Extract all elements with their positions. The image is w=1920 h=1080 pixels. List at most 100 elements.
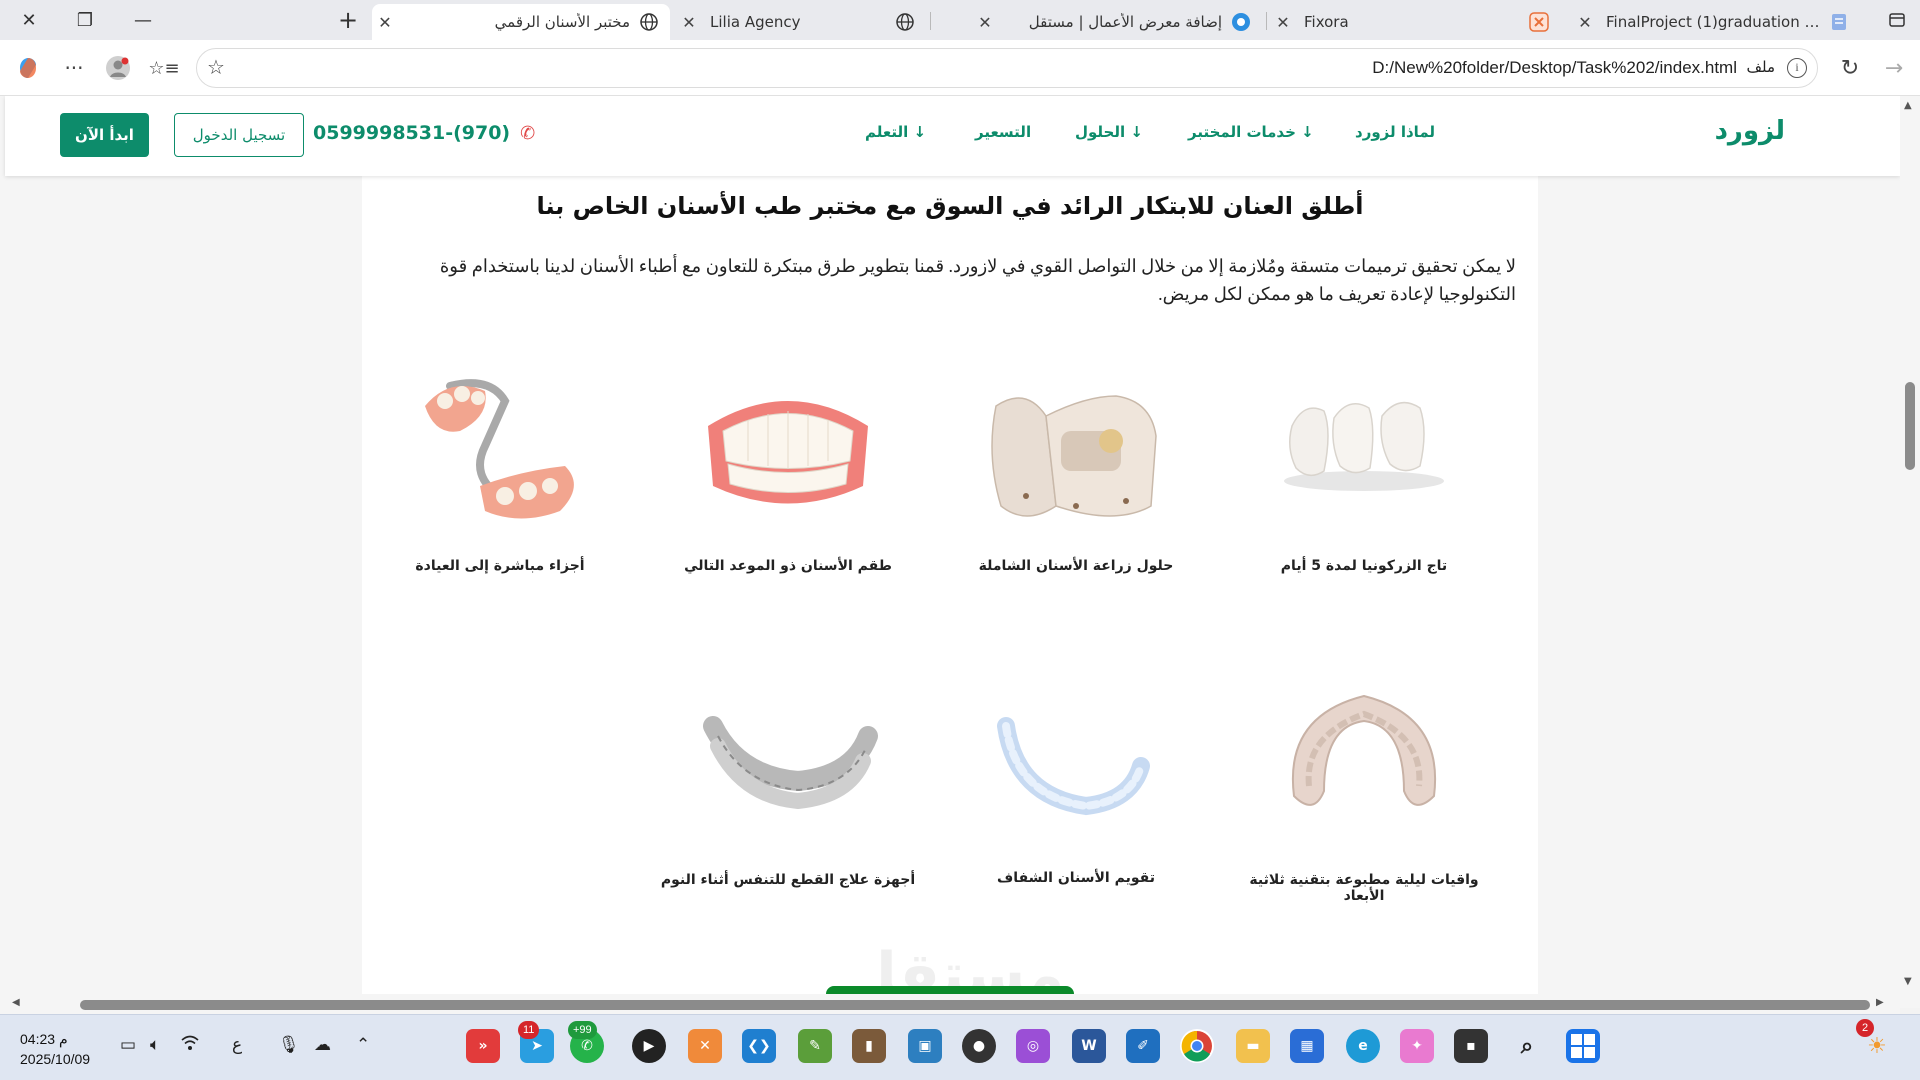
scroll-right-icon[interactable]: ▶ [1876,997,1884,1008]
sleep-apnea-device-icon [703,716,878,810]
tab-title: مختبر الأسنان الرقمي [494,13,630,31]
scroll-up-icon[interactable]: ▲ [1904,100,1912,111]
store-app-icon[interactable]: ▦ [1290,1029,1324,1063]
battery-icon[interactable]: ▭ [120,1035,136,1055]
xampp-app-icon[interactable]: ✕ [688,1029,722,1063]
show-hidden-icons-icon[interactable]: ⌃ [356,1035,370,1055]
notification-badge: 2 [1856,1019,1874,1037]
url-field[interactable]: ☆ D:/New%20folder/Desktop/Task%202/index… [196,48,1818,88]
more-options-icon[interactable]: ··· [58,52,90,84]
search-icon[interactable]: ⌕ [1510,1029,1544,1063]
nav-why-lazurd[interactable]: لماذا لزورد [1355,123,1435,141]
scroll-down-icon[interactable]: ▼ [1904,976,1912,987]
section-paragraph: لا يمكن تحقيق ترميمات متسقة ومُلازمة إلا… [439,256,1516,304]
horizontal-scrollbar[interactable]: ◀ ▶ [0,994,1900,1014]
vertical-scroll-thumb[interactable] [1905,382,1915,470]
cloud-offline-icon[interactable]: ☁︎ [314,1035,331,1055]
nav-learning[interactable]: التعلم ↓ [865,123,926,141]
editor-app-icon[interactable]: ✐ [1126,1029,1160,1063]
forward-arrow-icon[interactable]: → [1878,52,1910,84]
product-card[interactable]: تقويم الأسنان الشفاف [946,666,1206,906]
phone-number[interactable]: 0599998531-(970) ✆ [313,122,535,144]
tab-lilia-agency[interactable]: ✕ Lilia Agency [676,4,926,40]
clear-aligner-icon [997,717,1150,816]
media-player-icon[interactable]: ▶ [632,1029,666,1063]
site-logo[interactable]: لزورد [1715,116,1785,146]
product-card[interactable]: واقيات ليلية مطبوعة بتقنية ثلاثية الأبعا… [1234,666,1494,906]
browser-tabbar: ✕ ❐ — + ✕ مختبر الأسنان الرقمي ✕ Lilia A… [0,0,1920,40]
tab-final-project[interactable]: ✕ FinalProject (1)graduation project [1572,4,1860,40]
copilot-icon[interactable] [12,52,44,84]
close-tab-icon[interactable]: ✕ [1270,13,1296,32]
copilot-app-icon[interactable]: ✦ [1400,1029,1434,1063]
wifi-icon[interactable] [180,1035,200,1056]
terminal-app-icon[interactable]: ▪ [1454,1029,1488,1063]
profile-avatar-icon[interactable] [102,52,134,84]
system-clock[interactable]: 04:23 م 2025/10/09 [20,1029,90,1069]
close-tab-icon[interactable]: ✕ [676,13,702,32]
product-card[interactable]: أجهزة علاج القطع للتنفس أثناء النوم [658,666,918,906]
product-card[interactable]: أجزاء مباشرة إلى العيادة [370,356,630,596]
close-window-icon[interactable]: ✕ [6,0,52,40]
tool-app-icon[interactable]: ▮ [852,1029,886,1063]
anydesk-app-icon[interactable]: » [466,1029,500,1063]
refresh-icon[interactable]: ↻ [1834,52,1866,84]
restore-window-icon[interactable]: ❐ [62,0,108,40]
clock-date: 2025/10/09 [20,1051,91,1067]
volume-icon[interactable]: 🔈︎ [150,1035,160,1055]
paint-app-icon[interactable]: ✎ [798,1029,832,1063]
product-caption: أجزاء مباشرة إلى العيادة [415,558,585,574]
vscode-app-icon[interactable]: ❮❯ [742,1029,776,1063]
start-now-button[interactable]: ابدأ الآن [60,113,149,157]
product-caption: تاج الزركونيا لمدة 5 أيام [1280,558,1448,574]
new-tab-icon[interactable]: + [325,0,371,40]
close-tab-icon[interactable]: ✕ [1572,13,1598,32]
tab-title: Lilia Agency [710,13,801,31]
obs-app-icon[interactable]: ● [962,1029,996,1063]
document-icon [1828,11,1850,33]
tab-actions-icon[interactable] [1874,0,1920,40]
scroll-left-icon[interactable]: ◀ [12,997,20,1008]
nav-lab-services[interactable]: خدمات المختبر ↓ [1188,123,1314,141]
input-language[interactable]: ع [232,1035,242,1055]
remote-desktop-icon[interactable]: ▣ [908,1029,942,1063]
product-card[interactable]: حلول زراعة الأسنان الشاملة [946,356,1206,596]
phone-icon: ✆ [520,122,536,144]
close-tab-icon[interactable]: ✕ [372,13,398,32]
nav-solutions[interactable]: الحلول ↓ [1075,123,1143,141]
section-heading: أطلق العنان للابتكار الرائد في السوق مع … [536,192,1364,220]
file-explorer-icon[interactable]: ▬ [1236,1029,1270,1063]
telegram-badge: 11 [518,1021,540,1039]
site-header: لزورد لماذا لزورد خدمات المختبر ↓ الحلول… [5,96,1900,176]
main-content: أطلق العنان للابتكار الرائد في السوق مع … [362,176,1538,1008]
tab-fixora[interactable]: ✕ Fixora [1270,4,1560,40]
implant-model-icon [991,395,1157,517]
login-button[interactable]: تسجيل الدخول [174,113,304,157]
app-icon[interactable]: ◎ [1016,1029,1050,1063]
phone-text: 0599998531-(970) [313,122,511,144]
word-app-icon[interactable]: W [1072,1029,1106,1063]
horizontal-scroll-thumb[interactable] [80,1000,1870,1010]
tab-dental-lab[interactable]: ✕ مختبر الأسنان الرقمي [372,4,670,40]
mostaql-logo-icon [1230,11,1252,33]
xampp-icon [1528,11,1550,33]
favorites-icon[interactable]: ☆≡ [148,52,180,84]
nav-pricing[interactable]: التسعير [975,123,1031,141]
start-button-icon[interactable] [1566,1029,1600,1063]
add-favorite-star-icon[interactable]: ☆ [207,55,225,79]
product-caption: تقويم الأسنان الشفاف [997,870,1155,886]
site-info-icon[interactable]: i [1787,58,1807,78]
microphone-icon[interactable]: 🎙︎ [278,1035,300,1055]
chrome-app-icon[interactable] [1180,1029,1214,1063]
close-tab-icon[interactable]: ✕ [972,13,998,32]
product-card[interactable]: تاج الزركونيا لمدة 5 أيام [1234,356,1494,596]
full-denture-icon [708,401,868,504]
product-card[interactable]: طقم الأسنان ذو الموعد التالي [658,356,918,596]
tab-mostaql[interactable]: ✕ إضافة معرض الأعمال | مستقل [972,4,1262,40]
edge-app-icon[interactable]: e [1346,1029,1380,1063]
page-viewport: لزورد لماذا لزورد خدمات المختبر ↓ الحلول… [0,96,1900,1008]
vertical-scrollbar[interactable]: ▲ ▼ [1900,96,1920,1008]
product-caption: طقم الأسنان ذو الموعد التالي [684,558,892,574]
url-text: D:/New%20folder/Desktop/Task%202/index.h… [1372,58,1737,77]
minimize-window-icon[interactable]: — [120,0,166,40]
